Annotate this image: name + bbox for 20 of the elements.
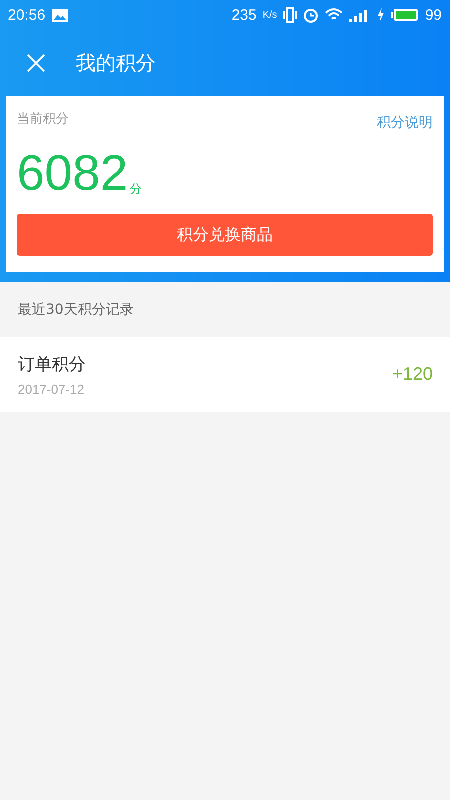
redeem-button[interactable]: 积分兑换商品 — [17, 214, 433, 256]
battery-level: 99 — [425, 6, 442, 24]
points-unit: 分 — [130, 181, 142, 198]
record-title: 订单积分 — [18, 354, 87, 376]
status-time: 20:56 — [8, 6, 46, 24]
speed-unit: K/s — [262, 10, 278, 20]
network-speed: 235 — [232, 6, 257, 24]
vibrate-icon — [283, 7, 298, 23]
record-date: 2017-07-12 — [18, 382, 86, 396]
points-help-link[interactable]: 积分说明 — [377, 114, 433, 132]
battery-icon — [391, 8, 420, 22]
wifi-icon — [325, 8, 344, 22]
record-amount: +120 — [392, 364, 433, 385]
points-value: 6082 — [17, 148, 128, 198]
points-label: 当前积分 — [17, 111, 69, 128]
image-icon — [52, 8, 68, 22]
alarm-icon — [303, 7, 320, 23]
charging-icon — [377, 8, 386, 22]
close-button[interactable]: × — [22, 46, 50, 80]
page-title: 我的积分 — [76, 50, 156, 76]
